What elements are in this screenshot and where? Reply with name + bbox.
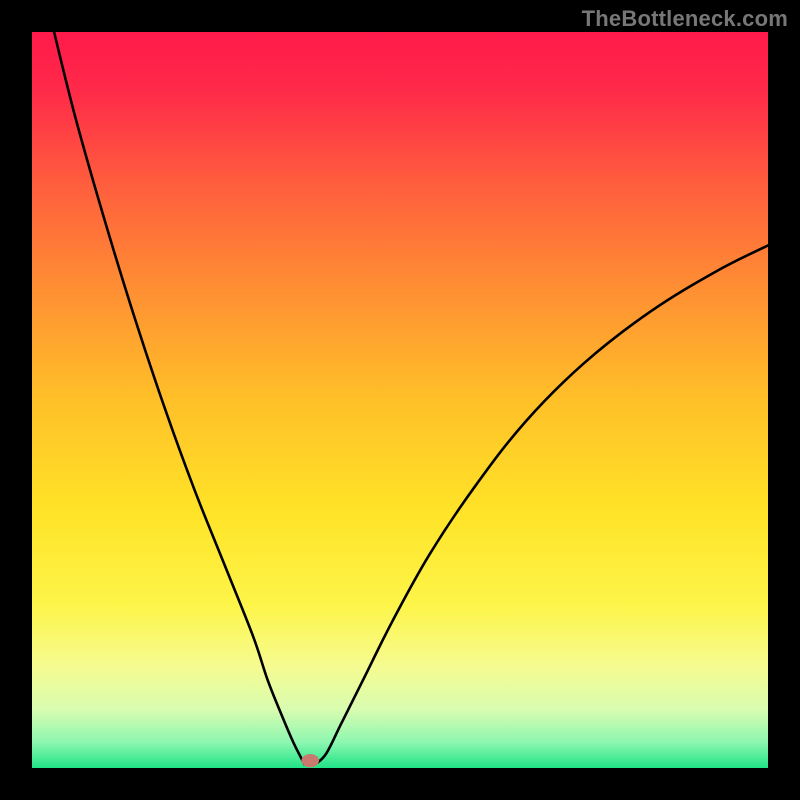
plot-area [32, 32, 768, 768]
watermark-text: TheBottleneck.com [582, 6, 788, 32]
min-marker [301, 754, 319, 767]
gradient-background [32, 32, 768, 768]
chart-frame: TheBottleneck.com [0, 0, 800, 800]
chart-svg [32, 32, 768, 768]
